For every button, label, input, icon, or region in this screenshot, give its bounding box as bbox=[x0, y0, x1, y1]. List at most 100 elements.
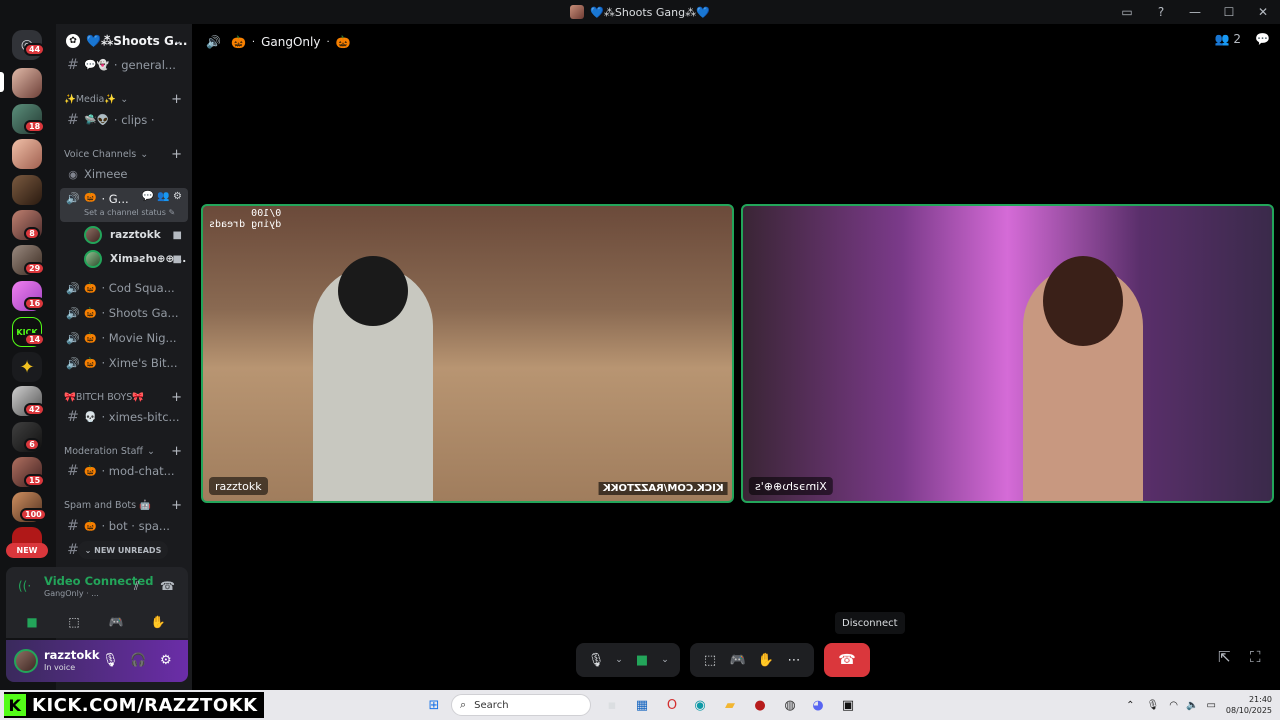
category-media[interactable]: ✨Media✨ ⌄ + bbox=[64, 91, 188, 107]
new-badge[interactable]: NEW bbox=[6, 543, 48, 558]
kick-watermark: KICK.COM/RAZZTOKK bbox=[599, 482, 728, 495]
opera-icon[interactable]: O bbox=[662, 695, 682, 715]
edge-icon[interactable]: ◉ bbox=[690, 695, 710, 715]
hash-icon: # bbox=[67, 463, 79, 479]
inbox-icon[interactable]: ▭ bbox=[1110, 0, 1144, 24]
server-header[interactable]: ✿ 💙⁂Shoots G... ⌄ bbox=[56, 24, 192, 58]
add-channel-icon[interactable]: + bbox=[171, 147, 182, 162]
channel-actions-icons[interactable]: 💬 👥 ⚙ bbox=[142, 191, 182, 202]
voice-member[interactable]: Xim϶ƨƕ⊕⊕... ■ bbox=[84, 248, 188, 270]
app-icon[interactable]: ● bbox=[750, 695, 770, 715]
soundboard-button[interactable]: ✋ bbox=[140, 611, 176, 633]
chevron-down-icon: ⌄ bbox=[173, 35, 182, 47]
minimize-button[interactable]: — bbox=[1178, 0, 1212, 24]
headphones-icon[interactable]: 🎧 bbox=[130, 653, 146, 668]
activity-button[interactable]: 🎮 bbox=[98, 611, 134, 633]
maximize-button[interactable]: ☐ bbox=[1212, 0, 1246, 24]
add-channel-icon[interactable]: + bbox=[171, 390, 182, 405]
settings-gear-icon[interactable]: ⚙ bbox=[160, 653, 172, 668]
video-tile-razztokk[interactable]: 0/100 dying dreads KICK.COM/RAZZTOKK raz… bbox=[201, 204, 734, 503]
microphone-icon[interactable]: 🎙 bbox=[102, 653, 119, 668]
chevron-down-icon[interactable]: ⌄ bbox=[610, 646, 628, 674]
store-icon[interactable]: ▦ bbox=[632, 695, 652, 715]
add-channel-icon[interactable]: + bbox=[171, 498, 182, 513]
task-view-icon[interactable]: ▪ bbox=[602, 695, 622, 715]
hash-icon: # bbox=[67, 57, 79, 73]
server-badge: 42 bbox=[24, 403, 46, 416]
close-button[interactable]: ✕ bbox=[1246, 0, 1280, 24]
disconnect-phone-icon[interactable]: ☎ bbox=[160, 579, 175, 593]
server-badge: 14 bbox=[24, 333, 46, 346]
kick-logo-icon: K bbox=[4, 694, 26, 716]
wifi-icon[interactable]: ◠ bbox=[1169, 700, 1178, 711]
channel-status[interactable]: Set a channel status ✎ bbox=[84, 208, 175, 217]
channel-ximeee[interactable]: ◉ Ximeee bbox=[60, 163, 188, 185]
voice-member[interactable]: razztokk ■ bbox=[84, 224, 188, 246]
category-voice-channels[interactable]: Voice Channels ⌄ + bbox=[64, 146, 188, 162]
server-icon[interactable] bbox=[12, 175, 42, 205]
pop-out-icon[interactable]: ⇱ bbox=[1218, 648, 1231, 666]
disconnect-button[interactable]: ☎ bbox=[824, 643, 870, 677]
battery-icon[interactable]: ▭ bbox=[1206, 700, 1215, 711]
channel-shoots-gang[interactable]: 🔊 🎃 · Shoots Ga... bbox=[60, 302, 188, 324]
channel-general[interactable]: # 💬👻 · general... bbox=[60, 54, 188, 76]
screen-share-button[interactable]: ⬚ bbox=[56, 611, 92, 633]
chevron-up-icon[interactable]: ⌃ bbox=[1126, 700, 1134, 711]
category-bitch-boys[interactable]: 🎀BITCH BOYS🎀 + bbox=[64, 389, 188, 405]
windows-start-icon[interactable]: ⊞ bbox=[424, 695, 444, 715]
volume-icon[interactable]: 🔈 bbox=[1186, 700, 1198, 711]
clock[interactable]: 21:40 08/10/2025 bbox=[1226, 694, 1272, 716]
voice-status-channel[interactable]: GangOnly · ... bbox=[44, 589, 99, 598]
category-spam-and-bots[interactable]: Spam and Bots 🤖 + bbox=[64, 497, 188, 513]
microphone-button[interactable]: 🎙 bbox=[582, 646, 610, 674]
category-moderation-staff[interactable]: Moderation Staff ⌄ + bbox=[64, 443, 188, 459]
epic-games-icon[interactable]: ▣ bbox=[838, 695, 858, 715]
more-options-icon[interactable]: ⋯ bbox=[780, 646, 808, 674]
activity-button[interactable]: 🎮 bbox=[724, 646, 752, 674]
channel-ximes-bitches[interactable]: 🔊 🎃 · Xime's Bit... bbox=[60, 352, 188, 374]
avatar bbox=[84, 250, 102, 268]
server-icon[interactable] bbox=[12, 139, 42, 169]
noise-suppression-icon[interactable]: ⫽ bbox=[134, 579, 139, 594]
server-badge: 8 bbox=[24, 227, 40, 240]
channel-cod-squad[interactable]: 🔊 🎃 · Cod Squa... bbox=[60, 277, 188, 299]
chat-icon[interactable]: 💬 bbox=[1255, 32, 1270, 46]
speaker-icon: 🔊 bbox=[66, 281, 80, 295]
microphone-icon[interactable]: 🎙 bbox=[1147, 700, 1160, 711]
screen-share-button[interactable]: ⬚ bbox=[696, 646, 724, 674]
video-tile-xime[interactable]: Xim϶ƨƕ⊕⊕'s bbox=[741, 204, 1274, 503]
server-icon[interactable] bbox=[12, 68, 42, 98]
new-unreads-button[interactable]: ⌄ NEW UNREADS bbox=[78, 541, 168, 559]
channel-bot-spam[interactable]: # 🎃 · bot · spa... bbox=[60, 515, 188, 537]
voice-header: 🔊 🎃 · GangOnly · 🎃 bbox=[206, 35, 351, 49]
add-channel-icon[interactable]: + bbox=[171, 92, 182, 107]
user-panel: razztokk In voice 🎙 🎧 ⚙ bbox=[6, 640, 188, 682]
app-icon[interactable]: ◍ bbox=[780, 695, 800, 715]
signal-icon[interactable]: ((· bbox=[18, 579, 31, 593]
pumpkin-emoji-icon: 🎃 bbox=[84, 332, 97, 344]
add-channel-icon[interactable]: + bbox=[171, 444, 182, 459]
participant-name-label: Xim϶ƨƕ⊕⊕'s bbox=[749, 477, 833, 495]
channel-movie-night[interactable]: 🔊 🎃 · Movie Nig... bbox=[60, 327, 188, 349]
file-explorer-icon[interactable]: ▰ bbox=[720, 695, 740, 715]
channel-clips[interactable]: # 🛸👽 · clips · bbox=[60, 109, 188, 131]
stream-overlay-text: 0/100 dying dreads bbox=[209, 208, 282, 230]
camera-button[interactable]: ■ bbox=[14, 611, 50, 633]
participants-icon[interactable]: 👥 bbox=[1214, 32, 1229, 46]
help-icon[interactable]: ? bbox=[1144, 0, 1178, 24]
taskbar-search[interactable]: ⌕ Search bbox=[451, 694, 591, 716]
discord-icon[interactable]: ◕ bbox=[808, 695, 828, 715]
chevron-down-icon[interactable]: ⌄ bbox=[656, 646, 674, 674]
username[interactable]: razztokk bbox=[44, 648, 100, 662]
pumpkin-emoji-icon: 🎃 bbox=[335, 35, 351, 49]
participant-head bbox=[1043, 256, 1123, 346]
camera-button[interactable]: ■ bbox=[628, 646, 656, 674]
avatar[interactable] bbox=[14, 649, 38, 673]
soundboard-button[interactable]: ✋ bbox=[752, 646, 780, 674]
star-server-icon[interactable]: ✦ bbox=[12, 352, 42, 382]
channel-mod-chat[interactable]: # 🎃 · mod-chat... bbox=[60, 460, 188, 482]
voice-call-area: 🔊 🎃 · GangOnly · 🎃 👥 2 💬 0/100 dying dre… bbox=[192, 24, 1280, 690]
channel-ximes-bitc[interactable]: # 💀 · ximes-bitc... bbox=[60, 406, 188, 428]
fullscreen-icon[interactable]: ⛶ bbox=[1250, 648, 1261, 666]
clips-emoji-icon: 🛸👽 bbox=[84, 114, 109, 126]
